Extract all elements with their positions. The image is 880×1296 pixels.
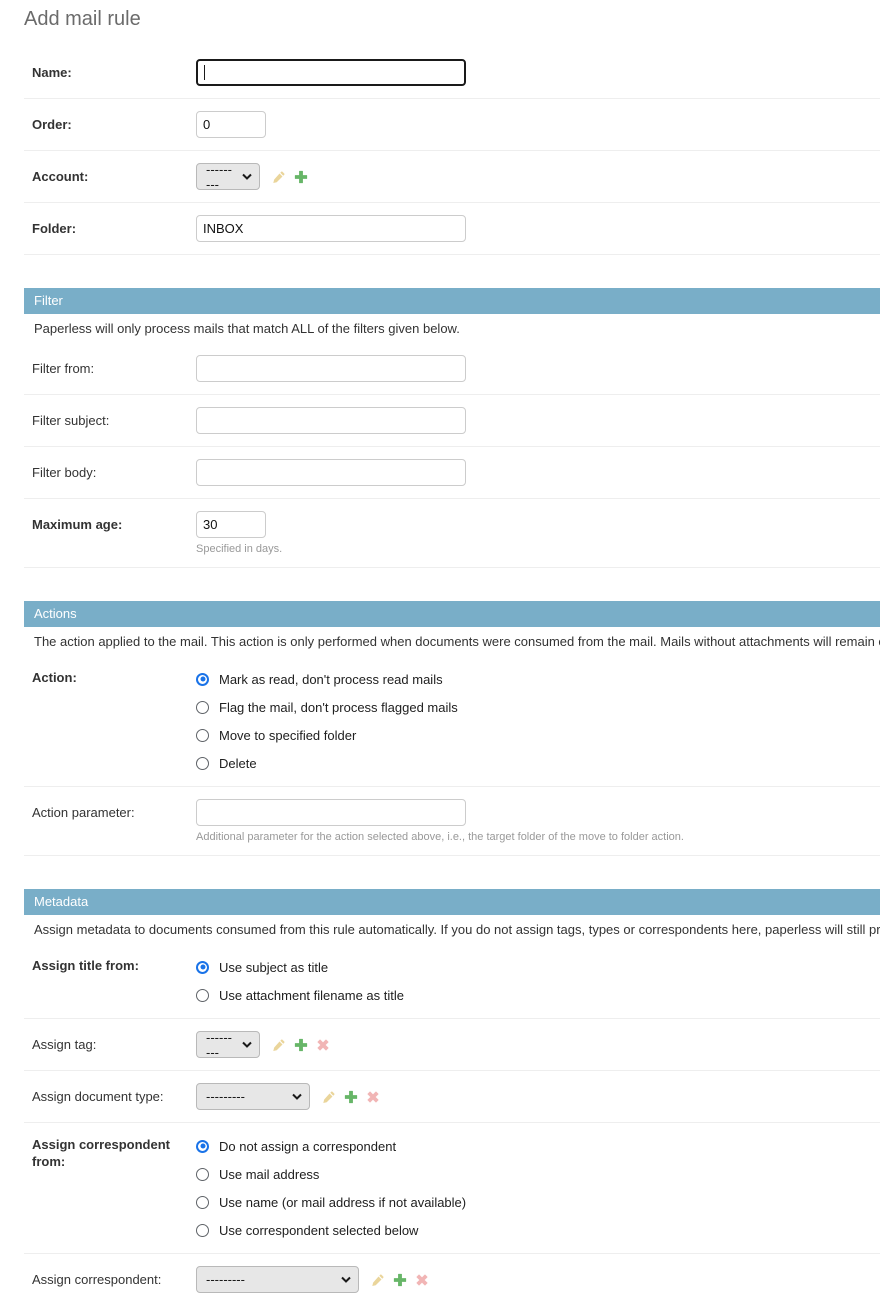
radio-checked-icon[interactable] [196,673,209,686]
title-option-subject[interactable]: Use subject as title [196,953,880,981]
add-mail-rule-page: Add mail rule Name: Order: Account: ----… [0,0,880,1296]
action-option-move-folder[interactable]: Move to specified folder [196,721,880,749]
action-parameter-input[interactable] [196,799,466,826]
account-label: Account: [32,163,196,190]
title-option-attachment-filename[interactable]: Use attachment filename as title [196,981,880,1009]
assign-correspondent-select-value: --------- [206,1272,245,1287]
filter-section: Filter Paperless will only process mails… [24,288,880,568]
filter-section-description: Paperless will only process mails that m… [24,314,880,343]
folder-label: Folder: [32,215,196,242]
maximum-age-help: Specified in days. [196,543,880,555]
chevron-down-icon [341,1272,351,1287]
filter-body-label: Filter body: [32,459,196,486]
plus-icon[interactable] [294,1038,308,1052]
order-label: Order: [32,111,196,138]
account-row: Account: --------- [24,151,880,203]
action-parameter-help: Additional parameter for the action sele… [196,831,880,843]
correspondent-option-mail-address[interactable]: Use mail address [196,1160,880,1188]
assign-correspondent-from-radio-group: Do not assign a correspondent Use mail a… [196,1132,880,1244]
metadata-section-header: Metadata [24,889,880,915]
chevron-down-icon [242,1037,252,1052]
maximum-age-label: Maximum age: [32,511,196,538]
radio-checked-icon[interactable] [196,1140,209,1153]
maximum-age-input[interactable] [196,511,266,538]
filter-section-header: Filter [24,288,880,314]
actions-section: Actions The action applied to the mail. … [24,601,880,856]
correspondent-option-selected-below[interactable]: Use correspondent selected below [196,1216,880,1244]
action-parameter-label: Action parameter: [32,799,196,826]
action-parameter-row: Action parameter: Additional parameter f… [24,787,880,856]
action-option-delete[interactable]: Delete [196,749,880,777]
plus-icon[interactable] [344,1090,358,1104]
action-option-mark-as-read[interactable]: Mark as read, don't process read mails [196,665,880,693]
text-cursor [204,65,205,80]
name-label: Name: [32,59,196,86]
assign-document-type-row: Assign document type: --------- [24,1071,880,1123]
chevron-down-icon [242,169,252,184]
action-label: Action: [32,665,196,686]
chevron-down-icon [292,1089,302,1104]
filter-from-label: Filter from: [32,355,196,382]
correspondent-option-none[interactable]: Do not assign a correspondent [196,1132,880,1160]
actions-section-header: Actions [24,601,880,627]
radio-icon[interactable] [196,757,209,770]
pencil-icon[interactable] [272,1038,286,1052]
filter-body-input[interactable] [196,459,466,486]
metadata-section-description: Assign metadata to documents consumed fr… [24,915,880,944]
filter-from-row: Filter from: [24,343,880,395]
pencil-icon[interactable] [272,170,286,184]
pencil-icon[interactable] [322,1090,336,1104]
action-row: Action: Mark as read, don't process read… [24,656,880,787]
assign-tag-select[interactable]: --------- [196,1031,260,1058]
radio-checked-icon[interactable] [196,961,209,974]
filter-from-input[interactable] [196,355,466,382]
assign-document-type-label: Assign document type: [32,1083,196,1110]
assign-correspondent-label: Assign correspondent: [32,1266,196,1293]
metadata-section: Metadata Assign metadata to documents co… [24,889,880,1296]
name-input[interactable] [196,59,466,86]
assign-tag-select-value: --------- [206,1030,236,1060]
assign-correspondent-row: Assign correspondent: --------- [24,1254,880,1296]
order-input[interactable] [196,111,266,138]
correspondent-option-name[interactable]: Use name (or mail address if not availab… [196,1188,880,1216]
pencil-icon[interactable] [371,1273,385,1287]
account-select[interactable]: --------- [196,163,260,190]
maximum-age-row: Maximum age: Specified in days. [24,499,880,568]
page-title: Add mail rule [24,8,880,31]
assign-correspondent-from-label: Assign correspondent from: [32,1132,196,1170]
general-section: Name: Order: Account: --------- [24,47,880,255]
assign-document-type-select-value: --------- [206,1089,245,1104]
cross-icon[interactable] [316,1038,330,1052]
radio-icon[interactable] [196,1168,209,1181]
filter-subject-label: Filter subject: [32,407,196,434]
plus-icon[interactable] [294,170,308,184]
assign-title-from-row: Assign title from: Use subject as title … [24,944,880,1019]
plus-icon[interactable] [393,1273,407,1287]
cross-icon[interactable] [366,1090,380,1104]
folder-row: Folder: [24,203,880,255]
action-radio-group: Mark as read, don't process read mails F… [196,665,880,777]
assign-title-from-radio-group: Use subject as title Use attachment file… [196,953,880,1009]
assign-tag-row: Assign tag: --------- [24,1019,880,1071]
assign-tag-label: Assign tag: [32,1031,196,1058]
folder-input[interactable] [196,215,466,242]
assign-correspondent-from-row: Assign correspondent from: Do not assign… [24,1123,880,1254]
radio-icon[interactable] [196,1224,209,1237]
actions-section-description: The action applied to the mail. This act… [24,627,880,656]
account-select-value: --------- [206,162,236,192]
name-row: Name: [24,47,880,99]
radio-icon[interactable] [196,729,209,742]
filter-subject-input[interactable] [196,407,466,434]
assign-title-from-label: Assign title from: [32,953,196,974]
filter-subject-row: Filter subject: [24,395,880,447]
radio-icon[interactable] [196,989,209,1002]
radio-icon[interactable] [196,701,209,714]
action-option-flag-mail[interactable]: Flag the mail, don't process flagged mai… [196,693,880,721]
filter-body-row: Filter body: [24,447,880,499]
cross-icon[interactable] [415,1273,429,1287]
radio-icon[interactable] [196,1196,209,1209]
assign-document-type-select[interactable]: --------- [196,1083,310,1110]
order-row: Order: [24,99,880,151]
assign-correspondent-select[interactable]: --------- [196,1266,359,1293]
